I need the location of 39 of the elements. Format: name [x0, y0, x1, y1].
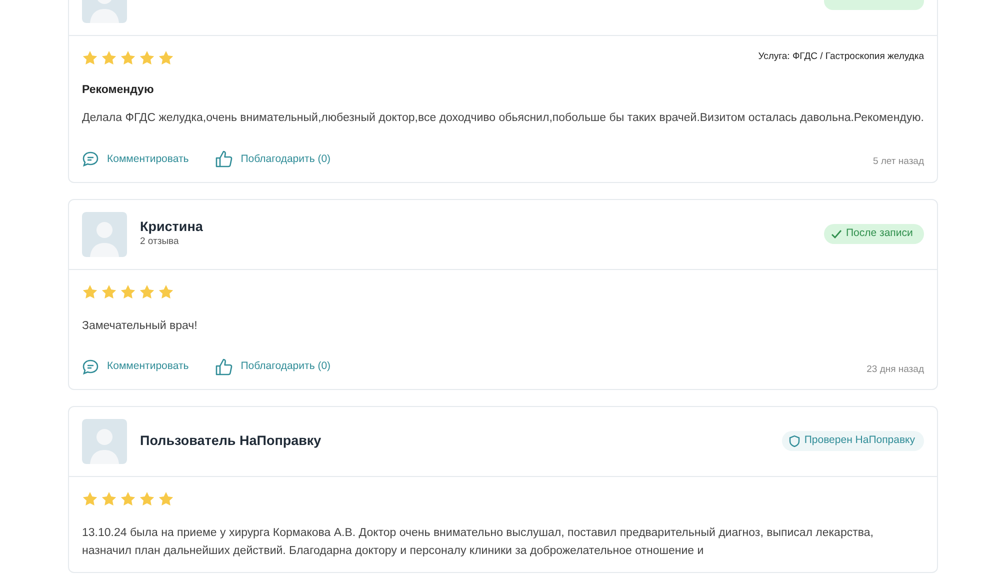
star-icon — [139, 50, 155, 66]
comment-button[interactable]: Комментировать — [82, 151, 189, 168]
star-icon — [101, 284, 117, 300]
review-count: 2 отзыва — [140, 234, 180, 249]
review-date: 23 дня назад — [866, 362, 924, 376]
comment-button[interactable]: Комментировать — [82, 358, 189, 375]
badge-label: После записи — [846, 226, 913, 242]
star-icon — [101, 50, 117, 66]
avatar-icon — [82, 418, 127, 464]
star-icon — [82, 490, 98, 507]
star-icon — [82, 284, 98, 300]
avatar-icon — [82, 212, 127, 256]
thank-button[interactable]: Поблагодарить (0) — [214, 150, 331, 168]
review-text: 13.10.24 была на приеме у хирурга Кормакова А.В. Доктор очень внимательно выслушал, поставил предварительный диагноз, выписал лекарства, назначил план дальнейших действий. Благодарна доктору и персоналу клиники за доброжелательное отношение и — [82, 526, 874, 559]
comment-icon — [82, 358, 99, 375]
badge-label: Проверен НаПоправку — [804, 433, 915, 448]
star-icon — [158, 490, 174, 507]
author-name: Пользователь НаПоправку — [140, 433, 322, 450]
star-icon — [158, 50, 174, 66]
check-icon — [831, 229, 842, 239]
review-text: Замечательный врач! — [82, 318, 198, 334]
star-icon — [158, 284, 174, 300]
star-icon — [139, 490, 155, 507]
author-name: Кристина — [140, 218, 203, 235]
service-label: Услуга: ФГДС / Гастроскопия желудка — [758, 50, 924, 64]
star-icon — [139, 284, 155, 300]
thumbs-up-icon — [214, 150, 233, 168]
thank-button[interactable]: Поблагодарить (0) — [214, 358, 331, 376]
review-title: Рекомендую — [82, 83, 155, 98]
comment-icon — [82, 151, 99, 168]
review-text: Делала ФГДС желудка,очень внимательный,любезный доктор,все доходчиво обьяснил,побольше бы таких врачей.Визитом осталась давольна.Рекомендую. — [82, 111, 924, 126]
star-icon — [120, 50, 136, 66]
star-icon — [120, 284, 136, 300]
star-icon — [82, 50, 98, 66]
star-icon — [120, 490, 136, 507]
star-icon — [101, 490, 117, 507]
shield-icon — [789, 435, 800, 448]
thumbs-up-icon — [214, 358, 233, 376]
review-date: 5 лет назад — [872, 155, 924, 170]
